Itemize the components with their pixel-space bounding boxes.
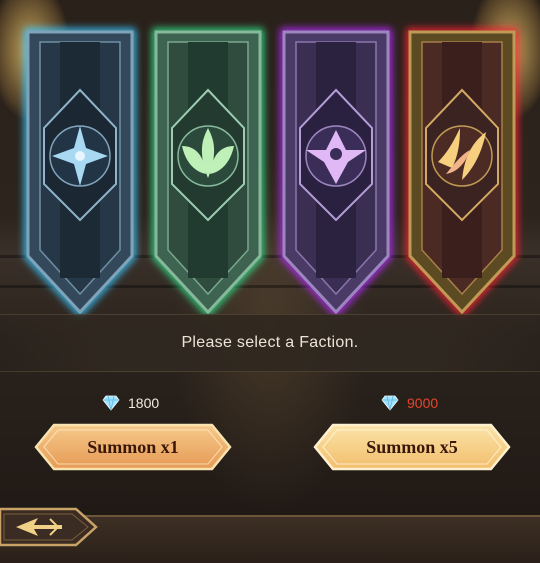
summon-x1-label: Summon x1	[87, 436, 179, 457]
summon-x1-button[interactable]: Summon x1	[34, 422, 232, 472]
diamond-icon	[381, 395, 399, 411]
summon-x5-button[interactable]: Summon x5	[313, 422, 511, 472]
banner-graphic	[152, 28, 264, 318]
banner-graphic	[406, 28, 518, 318]
summon-x1-cost-value: 1800	[128, 395, 160, 411]
banner-graphic	[280, 28, 392, 318]
summon-x5-label: Summon x5	[366, 436, 458, 457]
faction-banner-maulers[interactable]	[406, 28, 518, 318]
faction-banner-lightbearers[interactable]	[24, 28, 136, 318]
back-button[interactable]	[0, 505, 98, 549]
banner-graphic	[24, 28, 136, 318]
faction-banner-graveborn[interactable]	[280, 28, 392, 318]
faction-banner-wilders[interactable]	[152, 28, 264, 318]
faction-prompt-text: Please select a Faction.	[181, 334, 359, 351]
summon-x1-cost: 1800	[102, 395, 159, 411]
faction-prompt-bar: Please select a Faction.	[0, 314, 540, 372]
back-arrow-icon	[0, 507, 98, 547]
diamond-icon	[102, 395, 120, 411]
summon-x5-cost: 9000	[381, 395, 438, 411]
summon-screen: Please select a Faction. 1800 9000 Summo…	[0, 0, 540, 563]
summon-x5-cost-value: 9000	[407, 395, 439, 411]
